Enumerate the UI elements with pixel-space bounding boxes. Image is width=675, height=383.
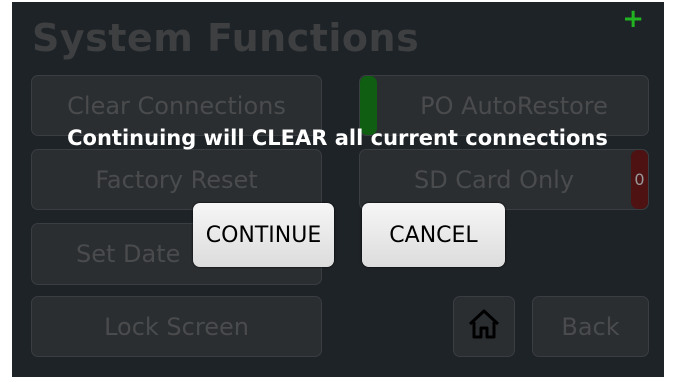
factory-reset-button[interactable]: Factory Reset (31, 149, 322, 210)
sd-card-only-label: SD Card Only (413, 165, 575, 194)
back-button[interactable]: Back (532, 296, 649, 357)
back-label: Back (561, 312, 620, 341)
factory-reset-label: Factory Reset (95, 165, 258, 194)
home-icon (465, 305, 503, 349)
clear-connections-label: Clear Connections (67, 91, 286, 120)
sd-card-only-toggle[interactable]: SD Card Only 0 (359, 149, 649, 210)
po-autorestore-label: PO AutoRestore (420, 91, 608, 120)
home-button[interactable] (453, 296, 515, 357)
page-title: System Functions (32, 16, 420, 60)
add-icon[interactable]: + (622, 6, 644, 32)
toggle-off-indicator: 0 (631, 150, 648, 209)
cancel-button[interactable]: CANCEL (362, 203, 505, 267)
continue-button[interactable]: CONTINUE (193, 203, 334, 267)
confirmation-message: Continuing will CLEAR all current connec… (67, 126, 608, 150)
touch-screen: System Functions + Clear Connections Fac… (12, 2, 664, 377)
set-date-label: Set Date (76, 240, 181, 268)
lock-screen-label: Lock Screen (104, 312, 249, 341)
lock-screen-button[interactable]: Lock Screen (31, 296, 322, 357)
